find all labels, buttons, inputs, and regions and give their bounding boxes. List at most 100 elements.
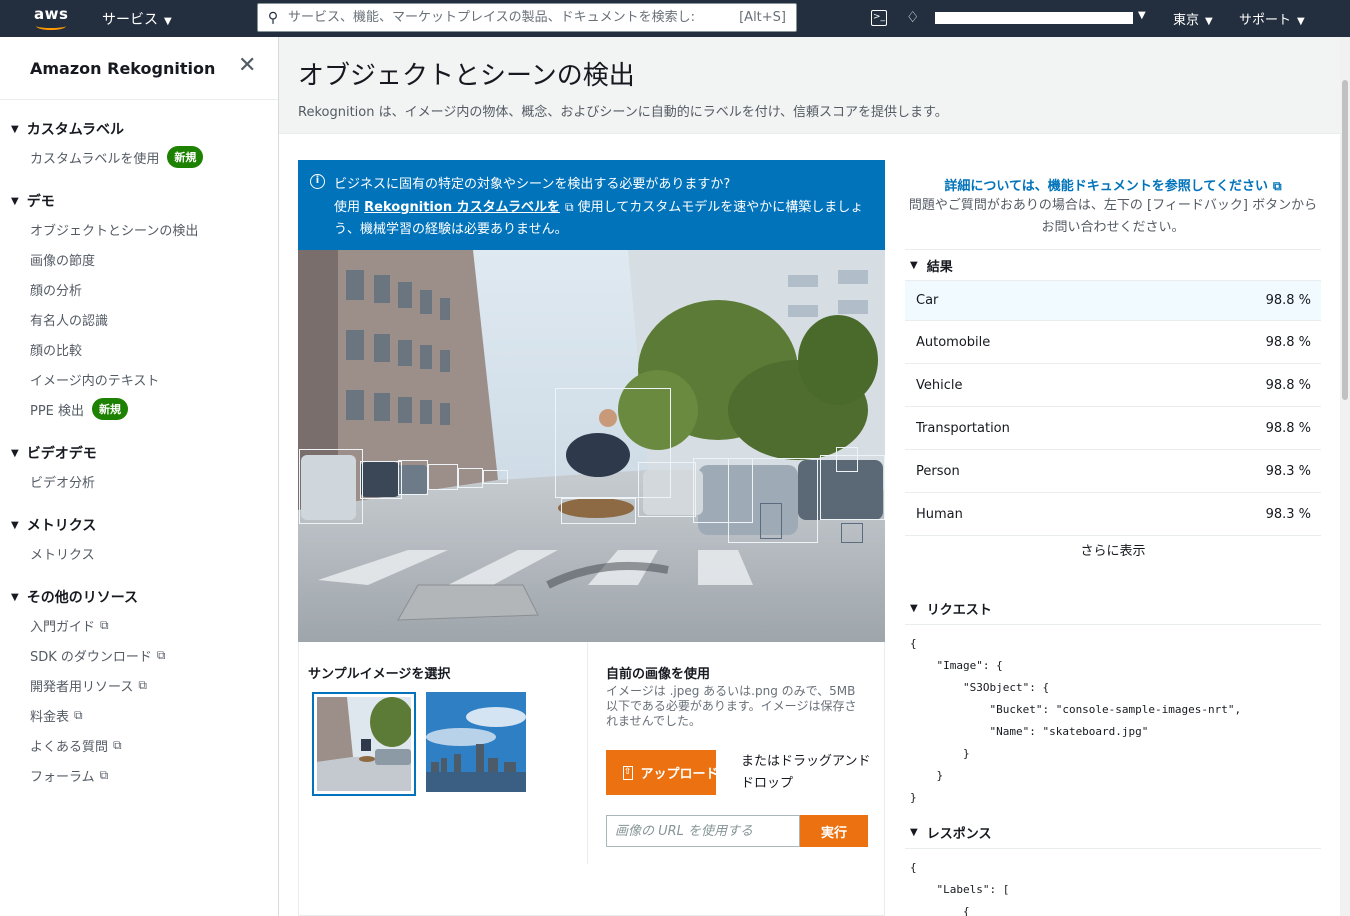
scrollbar-thumb[interactable] bbox=[1342, 80, 1348, 400]
sidebar-item[interactable]: メトリクス bbox=[0, 538, 278, 568]
region-menu[interactable]: 東京 ▼ bbox=[1173, 9, 1213, 28]
sidebar-item[interactable]: フォーラム ⧉ bbox=[0, 760, 278, 790]
result-score: 98.8 % bbox=[1265, 420, 1311, 436]
result-score: 98.8 % bbox=[1265, 377, 1311, 393]
result-image bbox=[298, 250, 885, 642]
page-header: オブジェクトとシーンの検出 Rekognition は、イメージ内の物体、概念、… bbox=[279, 37, 1340, 134]
caret-down-icon: ▼ bbox=[1205, 16, 1213, 27]
bbox-skateboard bbox=[561, 498, 636, 524]
sidebar-item[interactable]: 画像の節度 bbox=[0, 244, 278, 274]
bbox-car bbox=[483, 470, 508, 484]
response-json: { "Labels": [ { bbox=[910, 861, 1010, 916]
caret-down-icon: ▼ bbox=[11, 447, 19, 459]
bbox-car bbox=[398, 460, 428, 495]
response-section-header[interactable]: ▼ レスポンス bbox=[905, 817, 1321, 849]
external-link-icon: ⧉ bbox=[74, 707, 83, 722]
new-badge: 新規 bbox=[92, 398, 129, 420]
show-more-link[interactable]: さらに表示 bbox=[905, 540, 1321, 580]
request-json: { "Image": { "S3Object": { "Bucket": "co… bbox=[910, 637, 1242, 804]
sidebar-item[interactable]: PPE 検出 新規 bbox=[0, 394, 278, 424]
info-banner: i ビジネスに固有の特定の対象やシーンを検出する必要がありますか? 使用 Rek… bbox=[298, 160, 885, 250]
external-link-icon: ⧉ bbox=[100, 617, 109, 632]
caret-down-icon: ▼ bbox=[910, 603, 918, 614]
sidebar-section: ▼ カスタムラベル カスタムラベルを使用 新規 bbox=[0, 116, 278, 172]
sidebar-item[interactable]: ビデオ分析 bbox=[0, 466, 278, 496]
services-menu[interactable]: サービス ▼ bbox=[102, 9, 172, 29]
upload-icon: ⇧ bbox=[623, 765, 633, 780]
sidebar-section-header[interactable]: ▼ メトリクス bbox=[0, 512, 278, 538]
caret-down-icon: ▼ bbox=[910, 827, 918, 838]
external-link-icon: ⧉ bbox=[1273, 179, 1282, 193]
sidebar-item[interactable]: カスタムラベルを使用 新規 bbox=[0, 142, 278, 172]
search-box[interactable]: ⚲ [Alt+S] bbox=[257, 3, 797, 32]
bbox-wheel bbox=[760, 503, 782, 539]
caret-down-icon[interactable]: ▼ bbox=[1138, 10, 1146, 21]
image-url-input[interactable] bbox=[606, 815, 800, 847]
bbox-car bbox=[299, 449, 363, 524]
sidebar-sections: ▼ カスタムラベル カスタムラベルを使用 新規 ▼ デモ オブジェクトとシーンの検出 画像の節… bbox=[0, 116, 278, 790]
results-section-header[interactable]: ▼ 結果 bbox=[905, 249, 1321, 281]
result-row[interactable]: Transportation 98.8 % bbox=[905, 407, 1321, 450]
external-link-icon: ⧉ bbox=[156, 647, 166, 662]
sample-thumb-skateboard[interactable] bbox=[312, 692, 416, 796]
info-icon: i bbox=[310, 174, 325, 189]
aws-logo[interactable]: aws bbox=[34, 4, 74, 32]
sidebar-section: ▼ その他のリソース 入門ガイド ⧉ SDK のダウンロード ⧉ 開発者用リソース ⧉ 料金表 ⧉… bbox=[0, 584, 278, 790]
sidebar-item[interactable]: 入門ガイド ⧉ bbox=[0, 610, 278, 640]
request-section-header[interactable]: ▼ リクエスト bbox=[905, 593, 1321, 625]
run-button[interactable]: 実行 bbox=[800, 815, 868, 847]
aws-smile-icon bbox=[36, 22, 66, 30]
caret-down-icon: ▼ bbox=[11, 519, 19, 531]
divider bbox=[587, 642, 588, 864]
result-row[interactable]: Automobile 98.8 % bbox=[905, 321, 1321, 364]
bbox-car bbox=[428, 464, 458, 490]
result-score: 98.8 % bbox=[1265, 334, 1311, 350]
cloudshell-icon[interactable]: >_ bbox=[871, 10, 887, 26]
sidebar-section-header[interactable]: ▼ カスタムラベル bbox=[0, 116, 278, 142]
sidebar-section: ▼ メトリクス メトリクス bbox=[0, 512, 278, 568]
close-icon[interactable]: ✕ bbox=[238, 55, 256, 77]
result-row[interactable]: Person 98.3 % bbox=[905, 450, 1321, 493]
caret-down-icon: ▼ bbox=[11, 591, 19, 603]
sidebar-item[interactable]: 開発者用リソース ⧉ bbox=[0, 670, 278, 700]
result-label: Transportation bbox=[916, 420, 1010, 436]
support-menu[interactable]: サポート ▼ bbox=[1239, 9, 1305, 28]
documentation-link[interactable]: 詳細については、機能ドキュメントを参照してください ⧉ bbox=[905, 175, 1321, 194]
result-row[interactable]: Human 98.3 % bbox=[905, 493, 1321, 536]
sidebar-section-header[interactable]: ▼ デモ bbox=[0, 188, 278, 214]
own-image-title: 自前の画像を使用 bbox=[606, 667, 711, 682]
sidebar-item[interactable]: SDK のダウンロード ⧉ bbox=[0, 640, 278, 670]
sample-thumb-skyline[interactable] bbox=[426, 692, 526, 792]
bbox-car bbox=[360, 461, 402, 499]
result-row[interactable]: Car 98.8 % bbox=[905, 281, 1321, 321]
sidebar-section-header[interactable]: ▼ その他のリソース bbox=[0, 584, 278, 610]
bell-icon[interactable]: ♢ bbox=[906, 8, 919, 26]
upload-button[interactable]: ⇧ アップロード bbox=[606, 750, 716, 795]
thumbnail-image bbox=[317, 697, 411, 791]
sidebar-section-header[interactable]: ▼ ビデオデモ bbox=[0, 440, 278, 466]
caret-down-icon: ▼ bbox=[11, 195, 19, 207]
results-panel: 詳細については、機能ドキュメントを参照してください ⧉ 問題やご質問がおありの場合… bbox=[905, 160, 1321, 916]
sidebar-item[interactable]: 有名人の認識 bbox=[0, 304, 278, 334]
sidebar-header: Amazon Rekognition ✕ bbox=[0, 37, 278, 100]
search-input[interactable] bbox=[288, 4, 740, 31]
sidebar-item[interactable]: 顔の分析 bbox=[0, 274, 278, 304]
search-icon: ⚲ bbox=[267, 9, 279, 26]
thumbnail-image bbox=[426, 692, 526, 792]
sidebar-item[interactable]: よくある質問 ⧉ bbox=[0, 730, 278, 760]
result-row[interactable]: Vehicle 98.8 % bbox=[905, 364, 1321, 407]
account-menu[interactable] bbox=[935, 12, 1133, 24]
sidebar-section: ▼ デモ オブジェクトとシーンの検出 画像の節度 顔の分析 有名人の認識 顔の比較 イメージ内… bbox=[0, 188, 278, 424]
result-score: 98.8 % bbox=[1265, 293, 1311, 308]
page-description: Rekognition は、イメージ内の物体、概念、およびシーンに自動的にラベル… bbox=[298, 105, 948, 120]
bbox-car bbox=[638, 462, 696, 517]
bbox-car bbox=[458, 468, 483, 488]
sidebar-title[interactable]: Amazon Rekognition bbox=[30, 59, 215, 78]
sidebar-item[interactable]: オブジェクトとシーンの検出 bbox=[0, 214, 278, 244]
main-content: オブジェクトとシーンの検出 Rekognition は、イメージ内の物体、概念、… bbox=[279, 37, 1340, 916]
sidebar-item[interactable]: イメージ内のテキスト bbox=[0, 364, 278, 394]
sidebar-item[interactable]: 顔の比較 bbox=[0, 334, 278, 364]
sidebar-item[interactable]: 料金表 ⧉ bbox=[0, 700, 278, 730]
search-shortcut: [Alt+S] bbox=[739, 10, 786, 25]
custom-labels-link[interactable]: Rekognition カスタムラベルを bbox=[364, 200, 560, 215]
